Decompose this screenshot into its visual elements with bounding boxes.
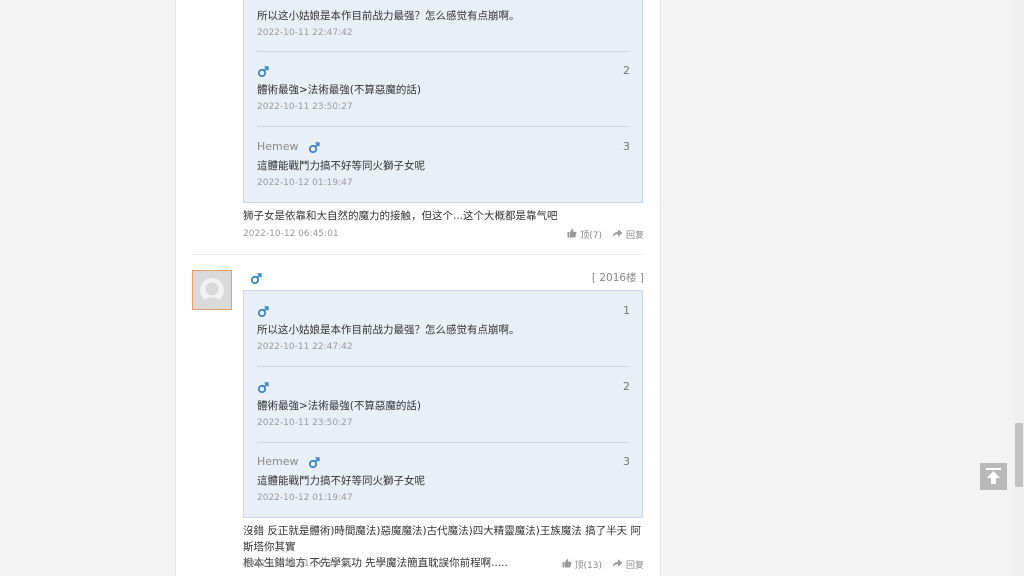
quote-header: 2 [257,380,630,396]
quote-number: 2 [623,64,630,77]
quote-text: 體術最強>法術最強(不算惡魔的話) [257,84,421,96]
male-gender-icon [257,64,269,78]
like-label: 顶(7) [580,231,602,241]
quote-time: 2022-10-11 22:47:42 [257,28,353,38]
quote-time: 2022-10-11 23:50:27 [257,418,353,428]
male-gender-icon [257,304,269,318]
reply-label: 回复 [625,561,644,571]
quote-text: 所以这小姑娘是本作目前战力最强？怎么感觉有点崩啊。 [257,10,520,22]
quote-time: 2022-10-11 23:50:27 [257,102,353,112]
male-gender-icon [250,270,262,285]
like-button[interactable]: 顶(7) [567,228,602,241]
quote-divider [257,442,630,443]
reply-label: 回复 [625,231,644,241]
quote-text: 這體能戰鬥力搞不好等同火獅子女呢 [257,160,425,172]
quote-header: Hemew 3 [257,140,630,156]
reply-text: 狮子女是依靠和大自然的魔力的接触，但这个...这个大概都是靠气吧 [243,210,558,222]
floor-number: [ 2016楼 ] [591,272,644,284]
reply-text-line: 沒錯 反正就是體術)時間魔法)惡魔魔法)古代魔法)四大精靈魔法)王族魔法 搞了半… [243,525,641,553]
quote-number: 2 [623,380,630,393]
reply-time: 2022-10-12 01:56:29 [243,559,339,569]
quote-number: 3 [623,140,630,153]
thumbs-up-icon [562,558,572,571]
reply-arrow-icon [612,228,623,241]
quote-header: 2 [257,64,630,80]
reply-actions: 顶(7) 回复 [567,228,644,241]
like-button[interactable]: 顶(13) [562,558,602,571]
reply-actions: 顶(13) 回复 [562,558,644,571]
quote-box: 所以这小姑娘是本作目前战力最强？怎么感觉有点崩啊。 2022-10-11 22:… [243,0,643,203]
quote-text: 所以这小姑娘是本作目前战力最强？怎么感觉有点崩啊。 [257,324,520,336]
quote-username[interactable]: Hemew [257,455,299,468]
back-to-top-button[interactable] [980,463,1007,490]
quote-time: 2022-10-12 01:19:47 [257,493,353,503]
quote-box: 1 所以这小姑娘是本作目前战力最强？怎么感觉有点崩啊。 2022-10-11 2… [243,290,643,518]
reply-arrow-icon [612,558,623,571]
reply-button[interactable]: 回复 [612,228,644,241]
like-label: 顶(13) [574,561,602,571]
quote-text: 這體能戰鬥力搞不好等同火獅子女呢 [257,475,425,487]
male-gender-icon [257,380,269,394]
male-gender-icon [308,455,320,469]
scrollbar[interactable] [1014,0,1024,576]
post-divider [192,254,644,255]
male-gender-icon [308,140,320,154]
comment-column: 所以这小姑娘是本作目前战力最强？怎么感觉有点崩啊。 2022-10-11 22:… [175,0,661,576]
reply-button[interactable]: 回复 [612,558,644,571]
quote-divider [257,51,630,52]
quote-header: 1 [257,304,630,320]
quote-time: 2022-10-11 22:47:42 [257,342,353,352]
quote-number: 1 [623,304,630,317]
quote-divider [257,126,630,127]
quote-text: 體術最強>法術最強(不算惡魔的話) [257,400,421,412]
quote-username[interactable]: Hemew [257,140,299,153]
avatar[interactable] [192,270,232,310]
quote-header: Hemew 3 [257,455,630,471]
scrollbar-thumb[interactable] [1015,423,1023,487]
thumbs-up-icon [567,228,577,241]
quote-number: 3 [623,455,630,468]
quote-time: 2022-10-12 01:19:47 [257,178,353,188]
arrow-up-icon [980,468,1007,494]
quote-divider [257,366,630,367]
reply-time: 2022-10-12 06:45:01 [243,229,339,239]
